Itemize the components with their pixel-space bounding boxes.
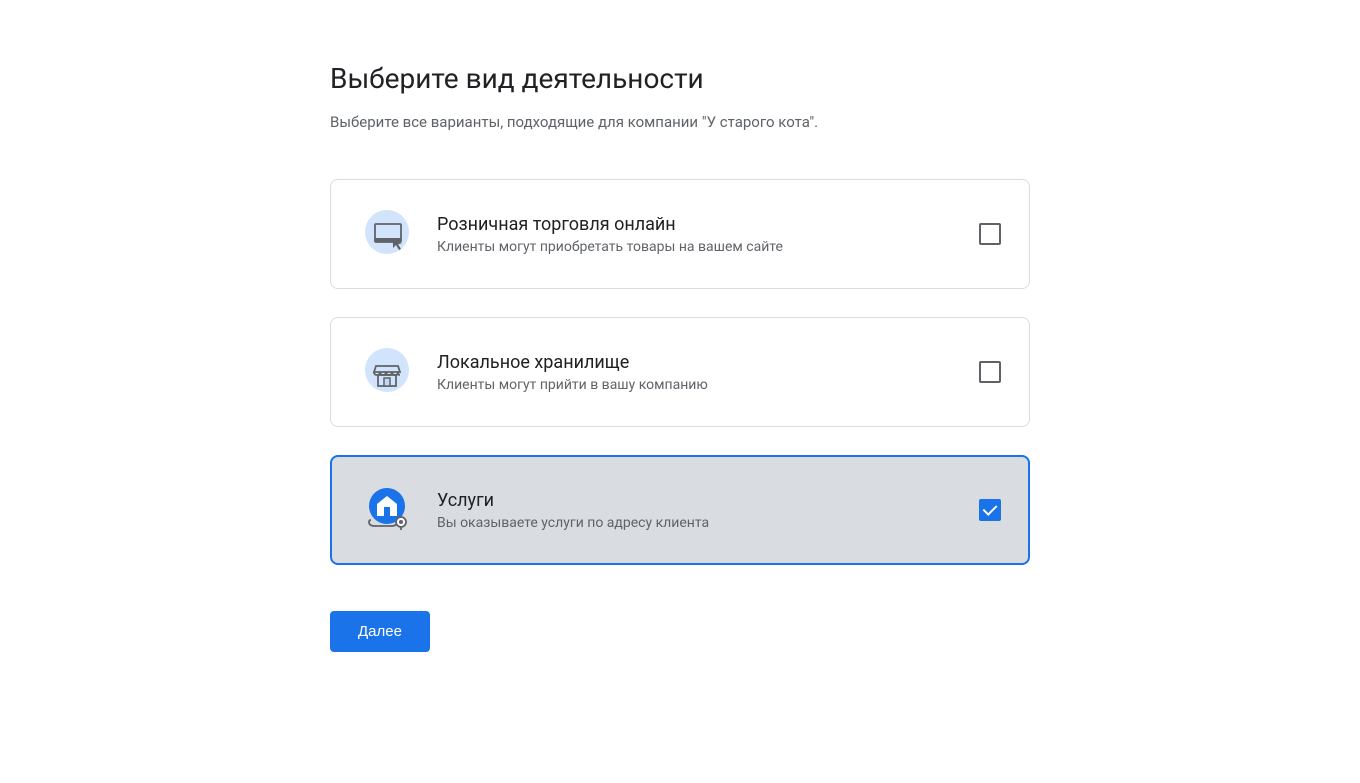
- option-text: Розничная торговля онлайн Клиенты могут …: [437, 214, 979, 255]
- page-title: Выберите вид деятельности: [330, 62, 1030, 95]
- option-title: Локальное хранилище: [437, 352, 979, 373]
- checkbox-services[interactable]: [979, 499, 1001, 521]
- house-pin-icon: [359, 482, 415, 538]
- option-description: Клиенты могут приобретать товары на ваше…: [437, 239, 979, 255]
- next-button[interactable]: Далее: [330, 611, 430, 652]
- checkbox-online-retail[interactable]: [979, 223, 1001, 245]
- option-text: Услуги Вы оказываете услуги по адресу кл…: [437, 490, 979, 531]
- option-title: Услуги: [437, 490, 979, 511]
- storefront-icon: [359, 344, 415, 400]
- option-services[interactable]: Услуги Вы оказываете услуги по адресу кл…: [330, 455, 1030, 565]
- page-subtitle: Выберите все варианты, подходящие для ко…: [330, 113, 1030, 131]
- checkbox-local-store[interactable]: [979, 361, 1001, 383]
- option-text: Локальное хранилище Клиенты могут прийти…: [437, 352, 979, 393]
- option-local-store[interactable]: Локальное хранилище Клиенты могут прийти…: [330, 317, 1030, 427]
- option-description: Клиенты могут прийти в вашу компанию: [437, 377, 979, 393]
- option-description: Вы оказываете услуги по адресу клиента: [437, 515, 979, 531]
- option-online-retail[interactable]: Розничная торговля онлайн Клиенты могут …: [330, 179, 1030, 289]
- option-title: Розничная торговля онлайн: [437, 214, 979, 235]
- monitor-cursor-icon: [359, 206, 415, 262]
